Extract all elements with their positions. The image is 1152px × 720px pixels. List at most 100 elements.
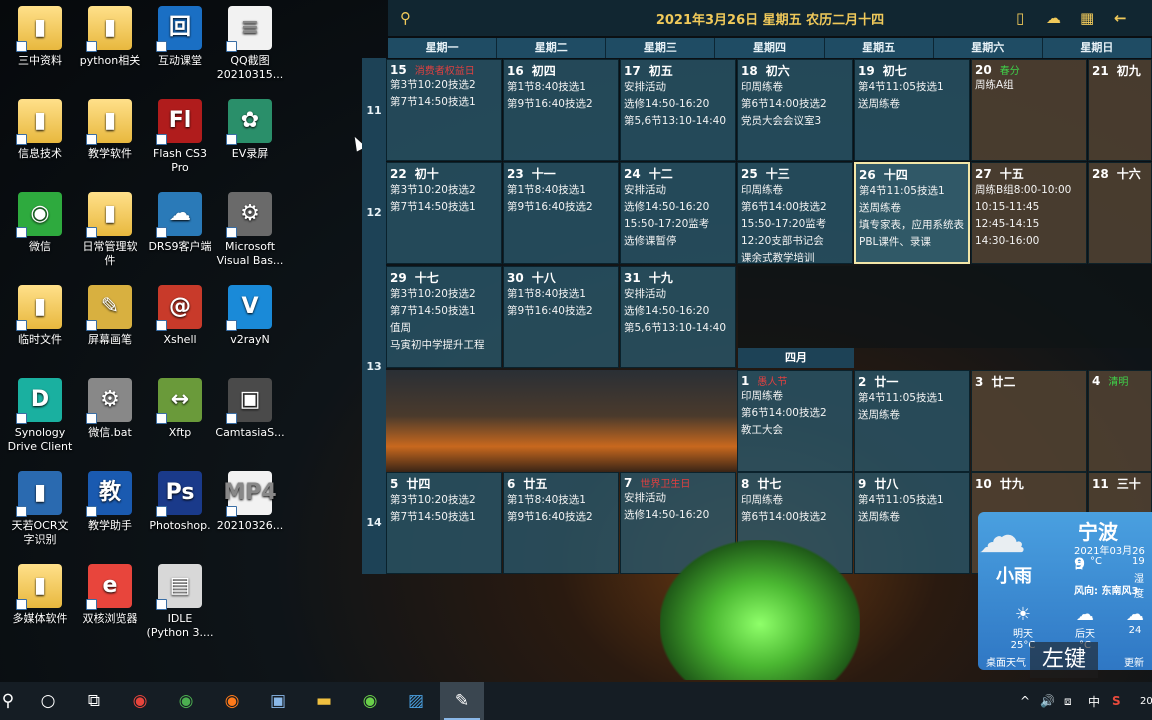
- calendar-day[interactable]: 4 清明: [1088, 370, 1152, 472]
- calendar-event: 选修14:50-16:20: [624, 201, 710, 213]
- search-icon[interactable]: ⚲: [400, 9, 411, 27]
- calendar-event: 第1节8:40技选1: [507, 81, 586, 93]
- desktop-icon-label: CamtasiaS...: [215, 426, 285, 439]
- app-icon: Fl: [156, 99, 202, 145]
- desktop-icon-4[interactable]: ≡ QQ截图 20210315...: [210, 6, 290, 82]
- calendar-day[interactable]: 22 初十 第3节10:20技选2 第7节14:50技选1: [386, 162, 502, 264]
- calendar-event: 第3节10:20技选2: [390, 79, 476, 91]
- green-app-icon[interactable]: ◉: [348, 682, 392, 720]
- desktop-icon-label: Xftp: [168, 426, 192, 439]
- calendar-day[interactable]: 15 消费者权益日 第3节10:20技选2 第7节14:50技选1: [386, 59, 502, 161]
- app-icon: ▮: [86, 6, 132, 52]
- desktop-icon-26[interactable]: e 双核浏览器: [70, 564, 150, 626]
- calendar-day[interactable]: 18 初六 印周练卷 第6节14:00技选2 党员大会会议室3: [737, 59, 853, 161]
- calendar-day[interactable]: 30 十八 第1节8:40技选1 第9节16:40技选2: [503, 266, 619, 368]
- key-press-overlay: 左键: [1030, 642, 1098, 678]
- calendar-day[interactable]: 3 廿二: [971, 370, 1087, 472]
- cloud-sync-icon[interactable]: ☁: [1046, 9, 1061, 27]
- desktop-icon-1[interactable]: ▮ 三中资料: [0, 6, 80, 68]
- desktop-icon-17[interactable]: D Synology Drive Client: [0, 378, 80, 454]
- firefox-icon[interactable]: ◉: [210, 682, 254, 720]
- forecast-third: ☁ 24: [1110, 604, 1152, 636]
- tray-volume[interactable]: 🔊: [1040, 682, 1055, 720]
- desktop-icon-27[interactable]: ▤ IDLE (Python 3....: [140, 564, 220, 640]
- desktop-icon-5[interactable]: ▮ 信息技术: [0, 99, 80, 161]
- phone-icon[interactable]: ▯: [1016, 9, 1024, 27]
- app-icon: ▮: [16, 6, 62, 52]
- desktop-icon-6[interactable]: ▮ 教学软件: [70, 99, 150, 161]
- desktop-icon-22[interactable]: 教教学助手: [70, 471, 150, 533]
- calendar-day[interactable]: 2 廿一 第4节11:05技选1 送周练卷: [854, 370, 970, 472]
- calendar-day[interactable]: 19 初七 第4节11:05技选1 送周练卷: [854, 59, 970, 161]
- cortana-icon[interactable]: ○: [26, 682, 70, 720]
- calendar-event: 第4节11:05技选1: [858, 392, 944, 404]
- calendar-day[interactable]: 16 初四 第1节8:40技选1 第9节16:40技选2: [503, 59, 619, 161]
- desktop-icon-15[interactable]: @ Xshell: [140, 285, 220, 347]
- tray-ime[interactable]: 中: [1088, 682, 1100, 720]
- calendar-event: 15:50-17:20监考: [741, 218, 827, 230]
- desktop-icon-24[interactable]: MP4 20210326...: [210, 471, 290, 533]
- weather-more[interactable]: 更新: [1124, 654, 1144, 669]
- desktop-icon-8[interactable]: ✿ EV录屏: [210, 99, 290, 161]
- desktop-icon-label: 屏幕画笔: [88, 333, 132, 346]
- day-heading: 5 廿四: [390, 475, 498, 492]
- day-heading: 7 世界卫生日: [624, 475, 732, 490]
- tray-network[interactable]: ⧈: [1064, 682, 1072, 720]
- browser-icon[interactable]: ◉: [164, 682, 208, 720]
- calendar-day[interactable]: 24 十二 安排活动 选修14:50-16:20 15:50-17:20监考 选修课暂停: [620, 162, 736, 264]
- calendar-day[interactable]: 28 十六: [1088, 162, 1152, 264]
- desktop-icon-label: 微信.bat: [88, 426, 132, 439]
- calendar-day[interactable]: 29 十七 第3节10:20技选2 第7节14:50技选1 值周 马寅初中学提升工程: [386, 266, 502, 368]
- calendar-day[interactable]: 31 十九 安排活动 选修14:50-16:20 第5,6节13:10-14:40: [620, 266, 736, 368]
- desktop-icon-20[interactable]: ▣ CamtasiaS...: [210, 378, 290, 440]
- desktop-icon-label: 临时文件: [18, 333, 62, 346]
- calendar-day[interactable]: 23 十一 第1节8:40技选1 第9节16:40技选2: [503, 162, 619, 264]
- tray-chevron[interactable]: ^: [1020, 682, 1030, 720]
- calendar-day[interactable]: 25 十三 印周练卷 第6节14:00技选2 15:50-17:20监考 12:20支部书…: [737, 162, 853, 264]
- task-view-icon[interactable]: ⧉: [72, 682, 116, 720]
- desktop-icon-3[interactable]: 回互动课堂: [140, 6, 220, 68]
- desktop-icon-12[interactable]: ⚙ Microsoft Visual Bas...: [210, 192, 290, 268]
- desktop-icon-label: QQ截图 20210315...: [216, 54, 284, 81]
- chrome-icon[interactable]: ◉: [118, 682, 162, 720]
- desktop-icon-14[interactable]: ✎ 屏幕画笔: [70, 285, 150, 347]
- desktop-icon-21[interactable]: ▮ 天若OCR文 字识别: [0, 471, 80, 547]
- tray-app[interactable]: S: [1112, 682, 1121, 720]
- calendar-day[interactable]: 17 初五 安排活动 选修14:50-16:20 第5,6节13:10-14:40: [620, 59, 736, 161]
- desktop-icon-10[interactable]: ▮ 日常管理软 件: [70, 192, 150, 268]
- calendar-event: 第4节11:05技选1: [859, 185, 945, 197]
- desktop-icon-7[interactable]: Fl Flash CS3 Pro: [140, 99, 220, 175]
- day-number: 28: [1092, 167, 1109, 181]
- desktop-icon-13[interactable]: ▮ 临时文件: [0, 285, 80, 347]
- desktop-icon-19[interactable]: ↔ Xftp: [140, 378, 220, 440]
- day-heading: 26 十四: [859, 166, 965, 183]
- calendar-day[interactable]: 21 初九: [1088, 59, 1152, 161]
- calendar-event: 选修14:50-16:20: [624, 305, 710, 317]
- day-number: 8: [741, 477, 750, 491]
- desktop-icon-label: 教学助手: [88, 519, 132, 532]
- desktop-icon-11[interactable]: ☁ DRS9客户端: [140, 192, 220, 254]
- calendar-day[interactable]: 5 廿四 第3节10:20技选2 第7节14:50技选1: [386, 472, 502, 574]
- desktop-icon-9[interactable]: ◉ 微信: [0, 192, 80, 254]
- file-explorer-icon[interactable]: ▬: [302, 682, 346, 720]
- lunar-date: 十二: [648, 167, 673, 181]
- calendar-day[interactable]: 20 春分 周练A组: [971, 59, 1087, 161]
- remote-desktop-icon[interactable]: ▣: [256, 682, 300, 720]
- desktop-icon-2[interactable]: ▮ python相关: [70, 6, 150, 68]
- paint-brush-icon[interactable]: ✎: [440, 682, 484, 720]
- desktop-icon-25[interactable]: ▮ 多媒体软件: [0, 564, 80, 626]
- calendar-day[interactable]: 27 十五 周练B组8:00-10:00 10:15-11:45 12:45-14:15…: [971, 162, 1087, 264]
- calendar-day-today[interactable]: 26 十四 第4节11:05技选1 送周练卷 填专家表，应用系统表 PBL课件、录课: [854, 162, 970, 264]
- photos-icon[interactable]: ▨: [394, 682, 438, 720]
- desktop-icon-23[interactable]: Ps Photoshop.: [140, 471, 220, 533]
- calendar-day[interactable]: 9 廿八 第4节11:05技选1 送周练卷: [854, 472, 970, 574]
- desktop-icon-18[interactable]: ⚙ 微信.bat: [70, 378, 150, 440]
- calendar-icon[interactable]: ▦: [1080, 9, 1094, 27]
- calendar-day[interactable]: 1 愚人节 印周练卷 第6节14:00技选2 教工大会: [737, 370, 853, 472]
- calendar-day[interactable]: 6 廿五 第1节8:40技选1 第9节16:40技选2: [503, 472, 619, 574]
- desktop-icon-label: 微信: [29, 240, 51, 253]
- desktop-icon-16[interactable]: Vv2rayN: [210, 285, 290, 347]
- calendar-event: 第7节14:50技选1: [390, 96, 476, 108]
- back-arrow-icon[interactable]: ←: [1114, 9, 1127, 27]
- tray-clock[interactable]: 20: [1140, 682, 1152, 720]
